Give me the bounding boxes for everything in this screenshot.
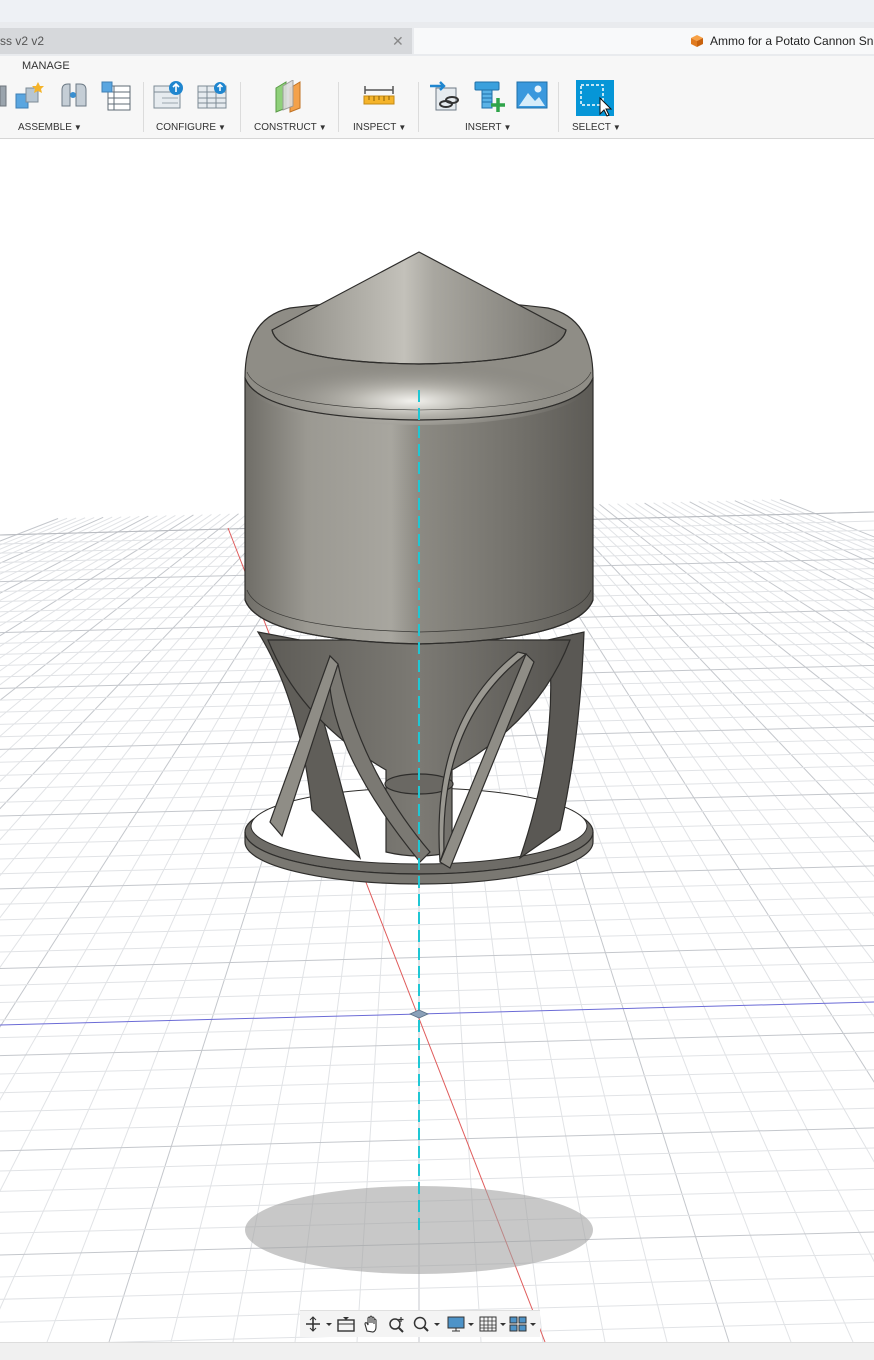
assemble-menu[interactable]: ASSEMBLE ▼ [18, 122, 82, 133]
divider [240, 82, 241, 132]
chevron-down-icon: ▼ [398, 123, 407, 132]
insert-canvas-icon[interactable] [515, 80, 549, 112]
tab-label: Ammo for a Potato Cannon Sn [710, 34, 874, 48]
chevron-down-icon: ▼ [73, 123, 82, 132]
select-menu[interactable]: SELECT ▼ [572, 122, 621, 133]
inspect-menu[interactable]: INSPECT ▼ [353, 122, 406, 133]
orbit-icon[interactable] [304, 1315, 332, 1333]
title-strip [0, 0, 874, 22]
document-tab-bar: ss v2 v2 ✕ Ammo for a Potato Cannon Sn [0, 0, 874, 56]
group-label: ASSEMBLE [18, 122, 72, 133]
navigation-toolbar [300, 1310, 540, 1337]
manage-tab-label[interactable]: MANAGE [22, 60, 70, 72]
pan-icon[interactable] [361, 1315, 381, 1333]
configure-icon[interactable] [152, 80, 186, 112]
display-settings-icon[interactable] [446, 1315, 476, 1333]
divider [338, 82, 339, 132]
configure-table-icon[interactable] [196, 80, 230, 112]
viewports-icon[interactable] [508, 1315, 538, 1333]
tab-previous-document[interactable]: ss v2 v2 ✕ [0, 28, 412, 54]
group-label: INSPECT [353, 122, 397, 133]
divider [143, 82, 144, 132]
divider [558, 82, 559, 132]
grid-icon[interactable] [478, 1315, 508, 1333]
status-bar [0, 1342, 874, 1360]
divider [418, 82, 419, 132]
group-label: SELECT [572, 122, 611, 133]
insert-mcmaster-icon[interactable] [472, 80, 506, 114]
insert-derive-icon[interactable] [428, 80, 462, 114]
model-nose-cone [271, 251, 567, 365]
chevron-down-icon: ▼ [218, 123, 226, 132]
insert-menu[interactable]: INSERT ▼ [465, 122, 511, 133]
close-icon[interactable]: ✕ [392, 28, 404, 54]
toolbar-ribbon: MANAGE ASSEMBLE ▼ CONFIGURE ▼ CONSTRUCT … [0, 56, 874, 139]
look-at-icon[interactable] [336, 1315, 356, 1333]
tab-label: ss v2 v2 [0, 34, 45, 48]
configure-menu[interactable]: CONFIGURE ▼ [156, 122, 226, 133]
3d-viewport[interactable] [0, 138, 874, 1342]
partial-tool-icon[interactable] [0, 80, 10, 110]
group-label: INSERT [465, 122, 502, 133]
window-select-icon[interactable] [576, 80, 616, 118]
bill-of-materials-icon[interactable] [100, 80, 132, 112]
joint-icon[interactable] [58, 80, 90, 112]
zoom-icon[interactable] [387, 1315, 407, 1333]
construct-menu[interactable]: CONSTRUCT ▼ [254, 122, 327, 133]
chevron-down-icon: ▼ [612, 123, 621, 132]
chevron-down-icon: ▼ [503, 123, 512, 132]
offset-plane-icon[interactable] [272, 80, 306, 114]
group-label: CONSTRUCT [254, 122, 317, 133]
new-component-icon[interactable] [14, 80, 46, 112]
group-label: CONFIGURE [156, 122, 216, 133]
orange-cube-icon [691, 35, 703, 47]
chevron-down-icon: ▼ [318, 123, 327, 132]
measure-icon[interactable] [362, 80, 396, 110]
fit-icon[interactable] [412, 1315, 442, 1333]
tab-current-document[interactable]: Ammo for a Potato Cannon Sn [414, 28, 874, 54]
